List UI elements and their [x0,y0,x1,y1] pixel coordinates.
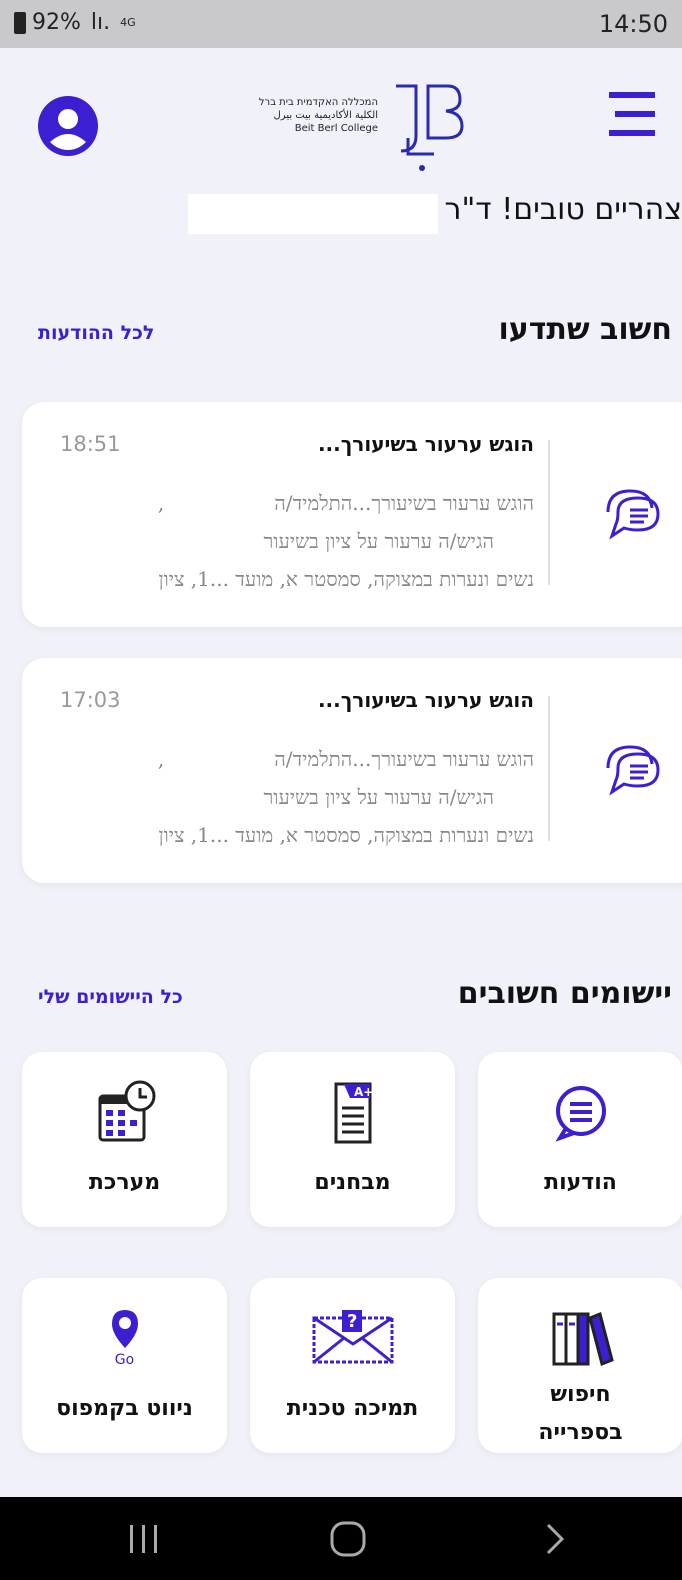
chat-bubble-icon [554,1086,606,1142]
app-tile-label-line: חיפוש [550,1382,611,1407]
notice-body-line: הגיש/ה ערעור על ציון בשיעור [263,785,495,809]
status-left: 92% lı. 4G [14,10,136,35]
logo-line-hebrew: המכללה האקדמית בית ברל [258,97,378,108]
chat-bubble-icon [606,489,660,540]
notice-body-line: נשים ונערות במצוקה, סמסטר א, מועד ...1, … [158,567,534,591]
logo-line-english: Beit Berl College [294,123,378,134]
svg-text:A+: A+ [354,1085,373,1099]
all-apps-link[interactable]: כל היישומים שלי [38,986,183,1008]
app-tile-label: מערכת [88,1170,161,1195]
signal-icon: lı. [90,10,111,35]
menu-icon[interactable] [607,88,659,140]
status-bar: 92% lı. 4G 14:50 [0,0,682,48]
battery-level: 92% [32,10,81,35]
battery-icon [14,11,26,34]
logo-mark-icon [396,84,464,171]
library-books-icon [552,1311,614,1367]
app-tile-label-line: בספרייה [538,1420,623,1445]
all-notices-link[interactable]: לכל ההודעות [38,322,154,344]
app-tile-library[interactable]: חיפוש בספרייה [478,1278,682,1453]
app-tile-tech-support[interactable]: ? תמיכה טכנית [250,1278,455,1453]
app-bar: המכללה האקדמית בית ברל الكلية الأكاديمية… [0,48,682,171]
notice-card[interactable]: 17:03 הוגש ערעור בשיעורך... הוגש ערעור ב… [22,658,682,883]
svg-text:?: ? [347,1311,357,1332]
system-nav-bar [0,1497,682,1580]
notice-body-line: הוגש ערעור בשיעורך...התלמיד/ה [274,747,534,771]
notice-body: הוגש ערעור בשיעורך...התלמיד/ה, הגיש/ה ער… [54,740,534,854]
notice-body-line: הוגש ערעור בשיעורך...התלמיד/ה [274,491,534,515]
chat-bubble-icon [606,745,660,796]
support-envelope-icon: ? [312,1310,393,1364]
app-tile-label: הודעות [544,1170,617,1195]
app-tile-label: ניווט בקמפוס [56,1396,193,1421]
notice-body-line-suffix: , [157,747,165,771]
notice-body-line: נשים ונערות במצוקה, סמסטר א, מועד ...1, … [158,823,534,847]
card-divider [548,440,550,585]
go-badge: Go [114,1352,135,1368]
notice-body: הוגש ערעור בשיעורך...התלמיד/ה, הגיש/ה ער… [54,484,534,598]
clock: 14:50 [598,10,668,38]
home-icon[interactable] [328,1519,368,1559]
notice-card[interactable]: 18:51 הוגש ערעור בשיעורך... הוגש ערעור ב… [22,402,682,627]
notice-title: הוגש ערעור בשיעורך... [317,432,534,456]
greeting-text: צהריים טובים! ד"ר [444,192,682,227]
notice-body-line: הגיש/ה ערעור על ציון בשיעור [263,529,495,553]
redacted-name [188,194,438,234]
notice-time: 18:51 [60,432,121,456]
apps-title: יישומים חשובים [457,976,672,1011]
notices-title: חשוב שתדעו [498,312,672,347]
app-tile-label: מבחנים [314,1170,391,1195]
logo-text: המכללה האקדמית בית ברל الكلية الأكاديمية… [228,96,378,135]
app-tile-campus-navigation[interactable]: Go ניווט בקמפוס [22,1278,227,1453]
app-tile-label: חיפוש בספרייה [478,1376,682,1452]
timetable-icon [98,1080,155,1142]
back-icon[interactable] [540,1519,570,1559]
recent-apps-icon[interactable] [126,1519,162,1559]
app-tile-timetable[interactable]: מערכת [22,1052,227,1227]
logo-line-arabic: الكلية الأكاديمية بيت بيرل [273,110,378,121]
card-divider [548,696,550,841]
college-logo: המכללה האקדמית בית ברל الكلية الأكاديمية… [228,76,468,176]
notice-title: הוגש ערעור בשיעורך... [317,688,534,712]
app-tile-label: תמיכה טכנית [286,1396,419,1421]
notice-time: 17:03 [60,688,121,712]
app-tile-exams[interactable]: A+ מבחנים [250,1052,455,1227]
network-type: 4G [120,15,136,29]
notice-body-line-suffix: , [157,491,165,515]
app-tile-messages[interactable]: הודעות [478,1052,682,1227]
exam-grade-icon: A+ [334,1082,373,1144]
user-icon[interactable] [38,96,98,156]
